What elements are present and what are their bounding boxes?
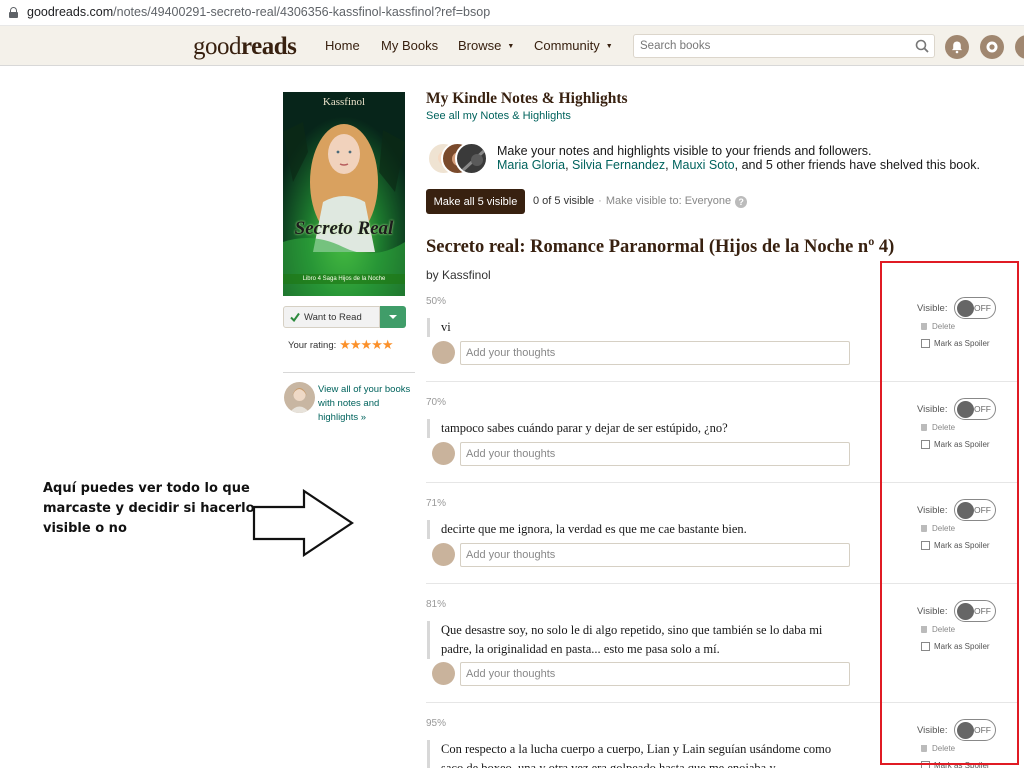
want-to-read-widget: Want to Read bbox=[283, 306, 406, 328]
friend-link[interactable]: Silvia Fernandez bbox=[572, 158, 665, 172]
visibility-status: 0 of 5 visible · Make visible to: Everyone… bbox=[533, 195, 748, 208]
visibility-message: Make your notes and highlights visible t… bbox=[497, 144, 872, 158]
highlight-percent: 70% bbox=[426, 397, 447, 408]
goodreads-logo[interactable]: goodreads bbox=[193, 33, 297, 61]
user-avatar bbox=[432, 662, 455, 685]
book-cover[interactable]: Kassfinol Secreto Real Libro 4 Saga Hijo… bbox=[283, 92, 405, 296]
book-cover-art-icon bbox=[283, 92, 405, 296]
cover-author-text: Kassfinol bbox=[322, 96, 366, 108]
highlight-text: decirte que me ignora, la verdad es que … bbox=[427, 520, 837, 539]
highlight-text: Con respecto a la lucha cuerpo a cuerpo,… bbox=[427, 740, 837, 768]
divider bbox=[283, 372, 415, 373]
page-heading: My Kindle Notes & Highlights bbox=[426, 90, 628, 107]
search-icon[interactable] bbox=[915, 39, 929, 53]
nav-community[interactable]: Community ▼ bbox=[534, 38, 613, 53]
nav-browse[interactable]: Browse ▼ bbox=[458, 38, 514, 53]
rating-stars[interactable]: ★★★★★ bbox=[339, 337, 393, 352]
shelf-dropdown-button[interactable] bbox=[380, 306, 406, 328]
friend-avatar[interactable] bbox=[455, 142, 488, 175]
annotation-highlight-box bbox=[880, 261, 1019, 765]
friends-shelved-text: Maria Gloria, Silvia Fernandez, Mauxi So… bbox=[497, 158, 980, 172]
right-arrow-icon bbox=[252, 489, 354, 557]
view-all-books-link[interactable]: View all of your books with notes and hi… bbox=[318, 383, 418, 425]
highlight-text: tampoco sabes cuándo parar y dejar de se… bbox=[427, 419, 837, 438]
nav-my-books[interactable]: My Books bbox=[381, 38, 438, 53]
profile-avatar[interactable] bbox=[1015, 35, 1024, 59]
user-avatar bbox=[432, 442, 455, 465]
add-thoughts-input[interactable] bbox=[460, 543, 850, 567]
nav-home[interactable]: Home bbox=[325, 38, 360, 53]
user-avatar bbox=[432, 341, 455, 364]
highlight-text: Que desastre soy, no solo le di algo rep… bbox=[427, 621, 837, 659]
see-all-notes-link[interactable]: See all my Notes & Highlights bbox=[426, 110, 571, 122]
highlight-text: vi bbox=[427, 318, 837, 337]
messages-icon[interactable] bbox=[980, 35, 1004, 59]
checkmark-icon bbox=[290, 312, 300, 322]
highlight-percent: 50% bbox=[426, 296, 447, 307]
user-avatar bbox=[432, 543, 455, 566]
highlight-percent: 81% bbox=[426, 599, 447, 610]
site-header: goodreads Home My Books Browse ▼ Communit… bbox=[0, 26, 1024, 66]
friend-link[interactable]: Maria Gloria bbox=[497, 158, 565, 172]
book-title[interactable]: Secreto real: Romance Paranormal (Hijos … bbox=[426, 237, 894, 258]
make-visible-to-selector[interactable]: Make visible to: Everyone bbox=[606, 195, 731, 207]
chevron-down-icon: ▼ bbox=[507, 43, 515, 50]
lock-icon bbox=[9, 7, 18, 18]
highlight-percent: 71% bbox=[426, 498, 447, 509]
your-rating: Your rating: ★★★★★ bbox=[288, 337, 394, 353]
cover-title-text: Secreto Real bbox=[294, 218, 394, 239]
search-box[interactable] bbox=[633, 34, 935, 58]
chevron-down-icon: ▼ bbox=[605, 43, 613, 50]
highlight-percent: 95% bbox=[426, 718, 447, 729]
friends-avatars bbox=[427, 142, 491, 176]
url-text[interactable]: goodreads.com/notes/49400291-secreto-rea… bbox=[27, 5, 490, 19]
make-all-visible-button[interactable]: Make all 5 visible bbox=[426, 189, 525, 214]
book-author[interactable]: by Kassfinol bbox=[426, 268, 491, 282]
browser-url-bar[interactable]: goodreads.com/notes/49400291-secreto-rea… bbox=[0, 0, 1024, 26]
user-avatar bbox=[284, 382, 315, 413]
add-thoughts-input[interactable] bbox=[460, 442, 850, 466]
cover-subtitle-text: Libro 4 Saga Hijos de la Noche bbox=[283, 274, 405, 284]
want-to-read-button[interactable]: Want to Read bbox=[283, 306, 380, 328]
want-to-read-label: Want to Read bbox=[304, 312, 362, 323]
annotation-text: Aquí puedes ver todo lo que marcaste y d… bbox=[43, 481, 255, 536]
add-thoughts-input[interactable] bbox=[460, 662, 850, 686]
rating-label: Your rating: bbox=[288, 340, 337, 351]
visible-count: 0 of 5 visible bbox=[533, 195, 595, 207]
add-thoughts-input[interactable] bbox=[460, 341, 850, 365]
search-input[interactable] bbox=[634, 35, 904, 57]
help-icon[interactable]: ? bbox=[735, 196, 748, 208]
friend-link[interactable]: Mauxi Soto bbox=[672, 158, 735, 172]
notifications-bell-icon[interactable] bbox=[945, 35, 969, 59]
